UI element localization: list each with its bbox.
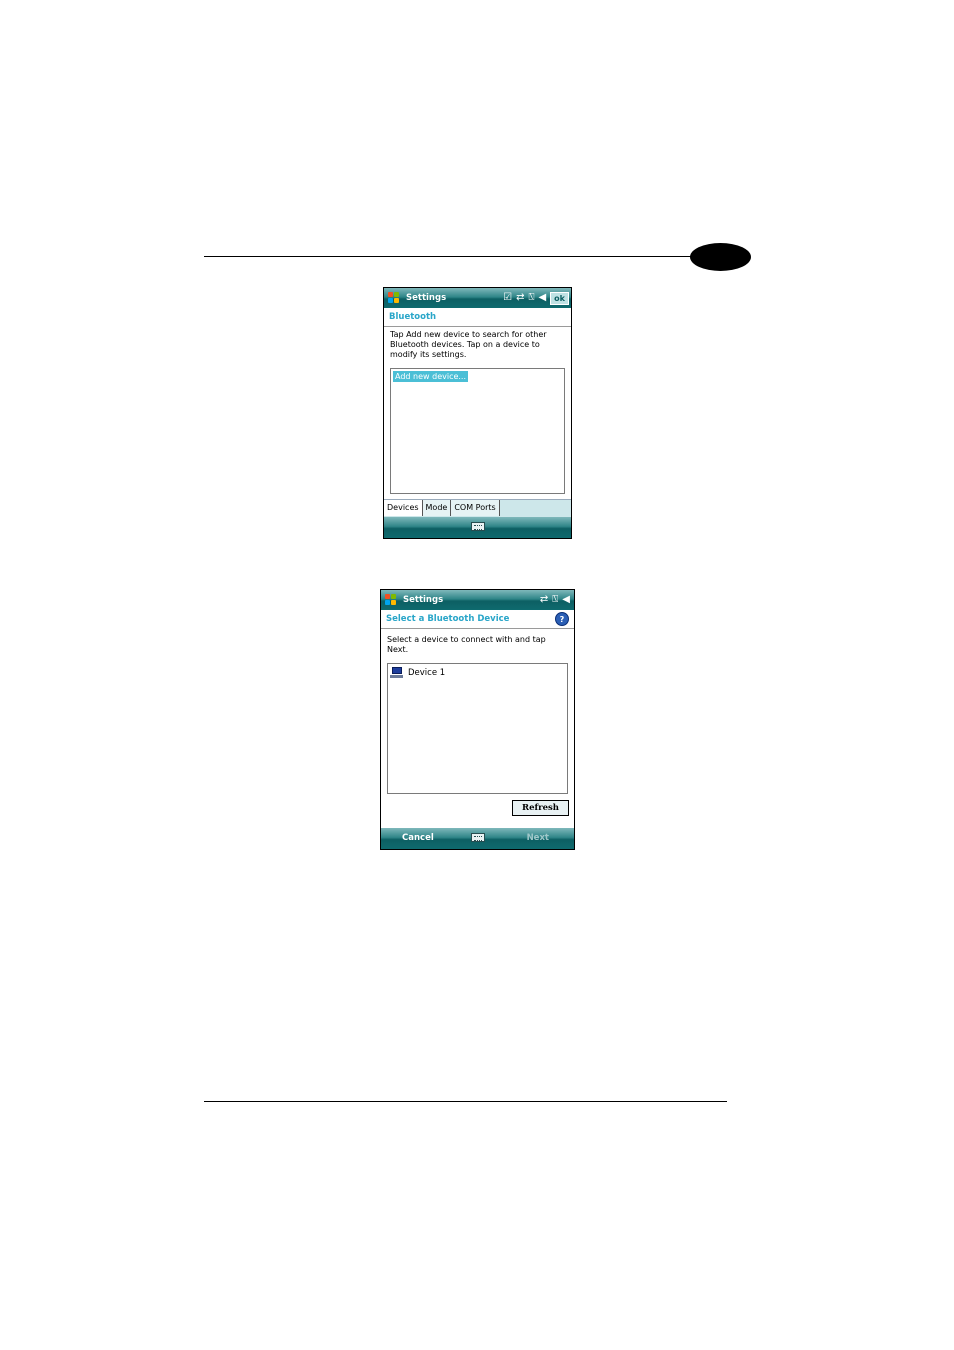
tab-devices[interactable]: Devices — [384, 500, 423, 516]
signal-off-icon[interactable]: ⍂ — [528, 293, 534, 303]
keyboard-icon[interactable] — [470, 522, 485, 531]
cancel-button[interactable]: Cancel — [402, 833, 434, 843]
computer-icon — [390, 667, 403, 678]
bluetooth-settings-screen: Settings ☑ ⇄ ⍂ ◀ ok Bluetooth Tap Add ne… — [383, 287, 572, 539]
page-header: Select a Bluetooth Device ? — [381, 610, 574, 629]
app-title: Settings — [406, 293, 447, 303]
add-new-device-item[interactable]: Add new device... — [393, 371, 469, 382]
page-title: Bluetooth — [389, 312, 437, 322]
menu-bar — [384, 517, 571, 538]
volume-icon[interactable]: ◀ — [538, 293, 546, 303]
device-name: Device 1 — [408, 667, 446, 678]
start-menu-icon[interactable] — [385, 593, 398, 607]
next-button[interactable]: Next — [527, 833, 549, 843]
select-bluetooth-device-screen: Settings ⇄ ⍂ ◀ Select a Bluetooth Device… — [380, 589, 575, 850]
refresh-button[interactable]: Refresh — [512, 800, 569, 816]
chapter-tab-marker — [690, 243, 751, 271]
page-title: Select a Bluetooth Device — [386, 614, 510, 624]
page-top-rule — [204, 256, 704, 257]
title-bar: Settings ⇄ ⍂ ◀ — [381, 590, 574, 610]
device-list[interactable]: Device 1 — [387, 663, 568, 794]
page-header: Bluetooth — [384, 308, 571, 327]
sync-arrows-icon[interactable]: ⇄ — [540, 595, 548, 605]
device-list[interactable]: Add new device... — [390, 368, 565, 494]
instructions-text: Tap Add new device to search for other B… — [390, 330, 547, 359]
tab-com-ports[interactable]: COM Ports — [451, 500, 500, 516]
page-bottom-rule — [204, 1101, 727, 1102]
app-title: Settings — [403, 595, 444, 605]
volume-icon[interactable]: ◀ — [562, 595, 570, 605]
signal-off-icon[interactable]: ⍂ — [552, 595, 558, 605]
sync-arrows-icon[interactable]: ⇄ — [516, 293, 524, 303]
ok-button[interactable]: ok — [550, 291, 569, 305]
instructions-text: Select a device to connect with and tap … — [387, 635, 546, 654]
start-menu-icon[interactable] — [388, 291, 401, 305]
title-bar: Settings ☑ ⇄ ⍂ ◀ ok — [384, 288, 571, 308]
menu-bar: Cancel Next — [381, 828, 574, 849]
checkbox-icon[interactable]: ☑ — [503, 293, 512, 303]
tab-mode[interactable]: Mode — [422, 500, 452, 516]
keyboard-icon[interactable] — [470, 833, 485, 842]
tab-strip: Devices Mode COM Ports — [384, 499, 571, 518]
help-icon[interactable]: ? — [555, 612, 569, 626]
list-item[interactable]: Device 1 — [390, 667, 445, 678]
